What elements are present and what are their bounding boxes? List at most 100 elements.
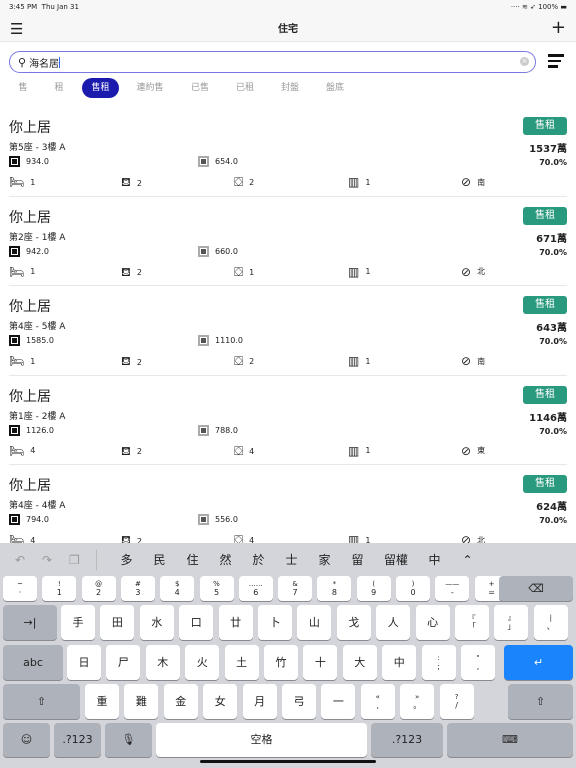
- key[interactable]: |、: [533, 605, 568, 640]
- key[interactable]: * 8: [317, 576, 352, 601]
- abc-key[interactable]: abc: [3, 645, 63, 680]
- tab-4[interactable]: 已售: [180, 78, 220, 98]
- key[interactable]: 土: [224, 645, 259, 680]
- key[interactable]: 竹: [264, 645, 298, 680]
- key[interactable]: 木: [145, 645, 180, 680]
- suggestion[interactable]: 民: [143, 551, 176, 568]
- key[interactable]: 一: [321, 684, 356, 719]
- key[interactable]: #3: [120, 576, 155, 601]
- redo-icon[interactable]: ↷: [42, 553, 69, 567]
- plus-icon[interactable]: +: [551, 17, 566, 38]
- status-badge[interactable]: 售租: [523, 117, 567, 135]
- search-input[interactable]: ⚲ 海名居 ×: [9, 51, 536, 73]
- key[interactable]: 』」: [494, 605, 529, 640]
- key-char: ·: [18, 587, 22, 597]
- listing-title: 你上居: [9, 209, 51, 226]
- listing-item[interactable]: 你上居 售租 第5座 - 3樓 A 1537萬 934.0 654.0 70.0…: [9, 107, 567, 197]
- suggestion[interactable]: 多: [110, 551, 143, 568]
- key[interactable]: & 7: [278, 576, 313, 601]
- suggestion[interactable]: 留權: [374, 551, 418, 568]
- status-badge[interactable]: 售租: [523, 206, 567, 225]
- tab-1[interactable]: 租: [39, 78, 79, 98]
- key[interactable]: 口: [179, 605, 214, 640]
- delete-key[interactable]: ⌫: [499, 576, 573, 601]
- key[interactable]: »。: [400, 684, 435, 719]
- key[interactable]: (9: [356, 576, 391, 601]
- key[interactable]: …… 6: [238, 576, 273, 601]
- tab-key[interactable]: →|: [3, 605, 57, 640]
- suggestion[interactable]: 中: [418, 551, 451, 568]
- key[interactable]: 山: [297, 605, 332, 640]
- suggestion[interactable]: 於: [242, 551, 275, 568]
- numbers-key-right[interactable]: .?123: [371, 723, 443, 757]
- space-key[interactable]: 空格: [156, 723, 367, 757]
- shift-key-right[interactable]: ⇧: [508, 684, 573, 719]
- key[interactable]: 金: [163, 684, 198, 719]
- key[interactable]: 弓: [282, 684, 316, 719]
- key[interactable]: ~ ·: [3, 576, 37, 601]
- suggestion[interactable]: 家: [308, 551, 341, 568]
- tab-0[interactable]: 售: [3, 78, 43, 98]
- dismiss-keyboard-key[interactable]: ⌨: [447, 723, 573, 757]
- paste-icon[interactable]: ❐: [69, 553, 96, 567]
- sort-filter-icon[interactable]: [548, 54, 564, 71]
- listing-item[interactable]: 你上居 售租 第4座 - 5樓 A 643萬 1585.0 1110.0 70.…: [9, 286, 567, 376]
- key[interactable]: 廿: [218, 605, 253, 640]
- key[interactable]: 水: [139, 605, 174, 640]
- hamburger-icon[interactable]: ☰: [10, 20, 23, 38]
- key[interactable]: 戈: [336, 605, 371, 640]
- key[interactable]: 重: [85, 684, 119, 719]
- shift-key[interactable]: ⇧: [3, 684, 80, 719]
- suggestion[interactable]: 住: [176, 551, 209, 568]
- key[interactable]: «,: [360, 684, 395, 719]
- undo-icon[interactable]: ↶: [15, 553, 42, 567]
- key[interactable]: :;: [421, 645, 456, 680]
- status-badge[interactable]: 售租: [523, 475, 567, 493]
- tab-6[interactable]: 封盤: [270, 78, 310, 98]
- key[interactable]: 火: [185, 645, 220, 680]
- dictation-key[interactable]: 🎙︎: [105, 723, 152, 757]
- status-badge[interactable]: 售租: [523, 385, 567, 404]
- key-shift-char: &: [292, 579, 298, 588]
- bed-icon: 🛏︎: [9, 443, 25, 458]
- key[interactable]: ! 1: [42, 576, 77, 601]
- key[interactable]: 『「: [455, 605, 489, 640]
- key[interactable]: 心: [415, 605, 450, 640]
- key[interactable]: 十: [303, 645, 338, 680]
- emoji-key[interactable]: ☺: [3, 723, 50, 757]
- key[interactable]: ) 0: [396, 576, 430, 601]
- key[interactable]: @2: [81, 576, 116, 601]
- numbers-key[interactable]: .?123: [54, 723, 101, 757]
- key[interactable]: ",: [461, 645, 495, 680]
- chevron-up-icon[interactable]: ⌃: [451, 553, 484, 567]
- tab-5[interactable]: 已租: [225, 78, 265, 98]
- status-badge[interactable]: 售租: [523, 296, 567, 314]
- listing-item[interactable]: 你上居 售租 第1座 - 2樓 A 1146萬 1126.0 788.0 70.…: [9, 376, 567, 465]
- key[interactable]: 尸: [106, 645, 141, 680]
- key[interactable]: 日: [67, 645, 101, 680]
- tab-2[interactable]: 售租: [82, 78, 119, 98]
- key[interactable]: 女: [203, 684, 238, 719]
- suggestion[interactable]: 留: [341, 551, 374, 568]
- suggestion[interactable]: 然: [209, 551, 242, 568]
- key[interactable]: 難: [124, 684, 159, 719]
- listing-item[interactable]: 你上居 售租 第4座 - 4樓 A 624萬 794.0 556.0 70.0%…: [9, 465, 567, 543]
- key[interactable]: 大: [342, 645, 377, 680]
- key[interactable]: —— -: [435, 576, 470, 601]
- key[interactable]: 人: [376, 605, 411, 640]
- tab-7[interactable]: 盤底: [315, 78, 355, 98]
- tab-3[interactable]: 連約售: [130, 78, 170, 98]
- key[interactable]: $4: [160, 576, 195, 601]
- key[interactable]: 月: [242, 684, 277, 719]
- key[interactable]: 中: [382, 645, 417, 680]
- listing-list[interactable]: 你上居 售租 第5座 - 3樓 A 1537萬 934.0 654.0 70.0…: [0, 107, 576, 543]
- key[interactable]: 田: [100, 605, 135, 640]
- listing-item[interactable]: 你上居 售租 第2座 - 1樓 A 671萬 942.0 660.0 70.0%…: [9, 197, 567, 286]
- key[interactable]: ? /: [439, 684, 474, 719]
- suggestion[interactable]: 士: [275, 551, 308, 568]
- key[interactable]: 卜: [258, 605, 292, 640]
- key[interactable]: 手: [61, 605, 95, 640]
- return-key[interactable]: ↵: [504, 645, 573, 680]
- key[interactable]: % 5: [199, 576, 234, 601]
- clear-icon[interactable]: ×: [520, 57, 529, 66]
